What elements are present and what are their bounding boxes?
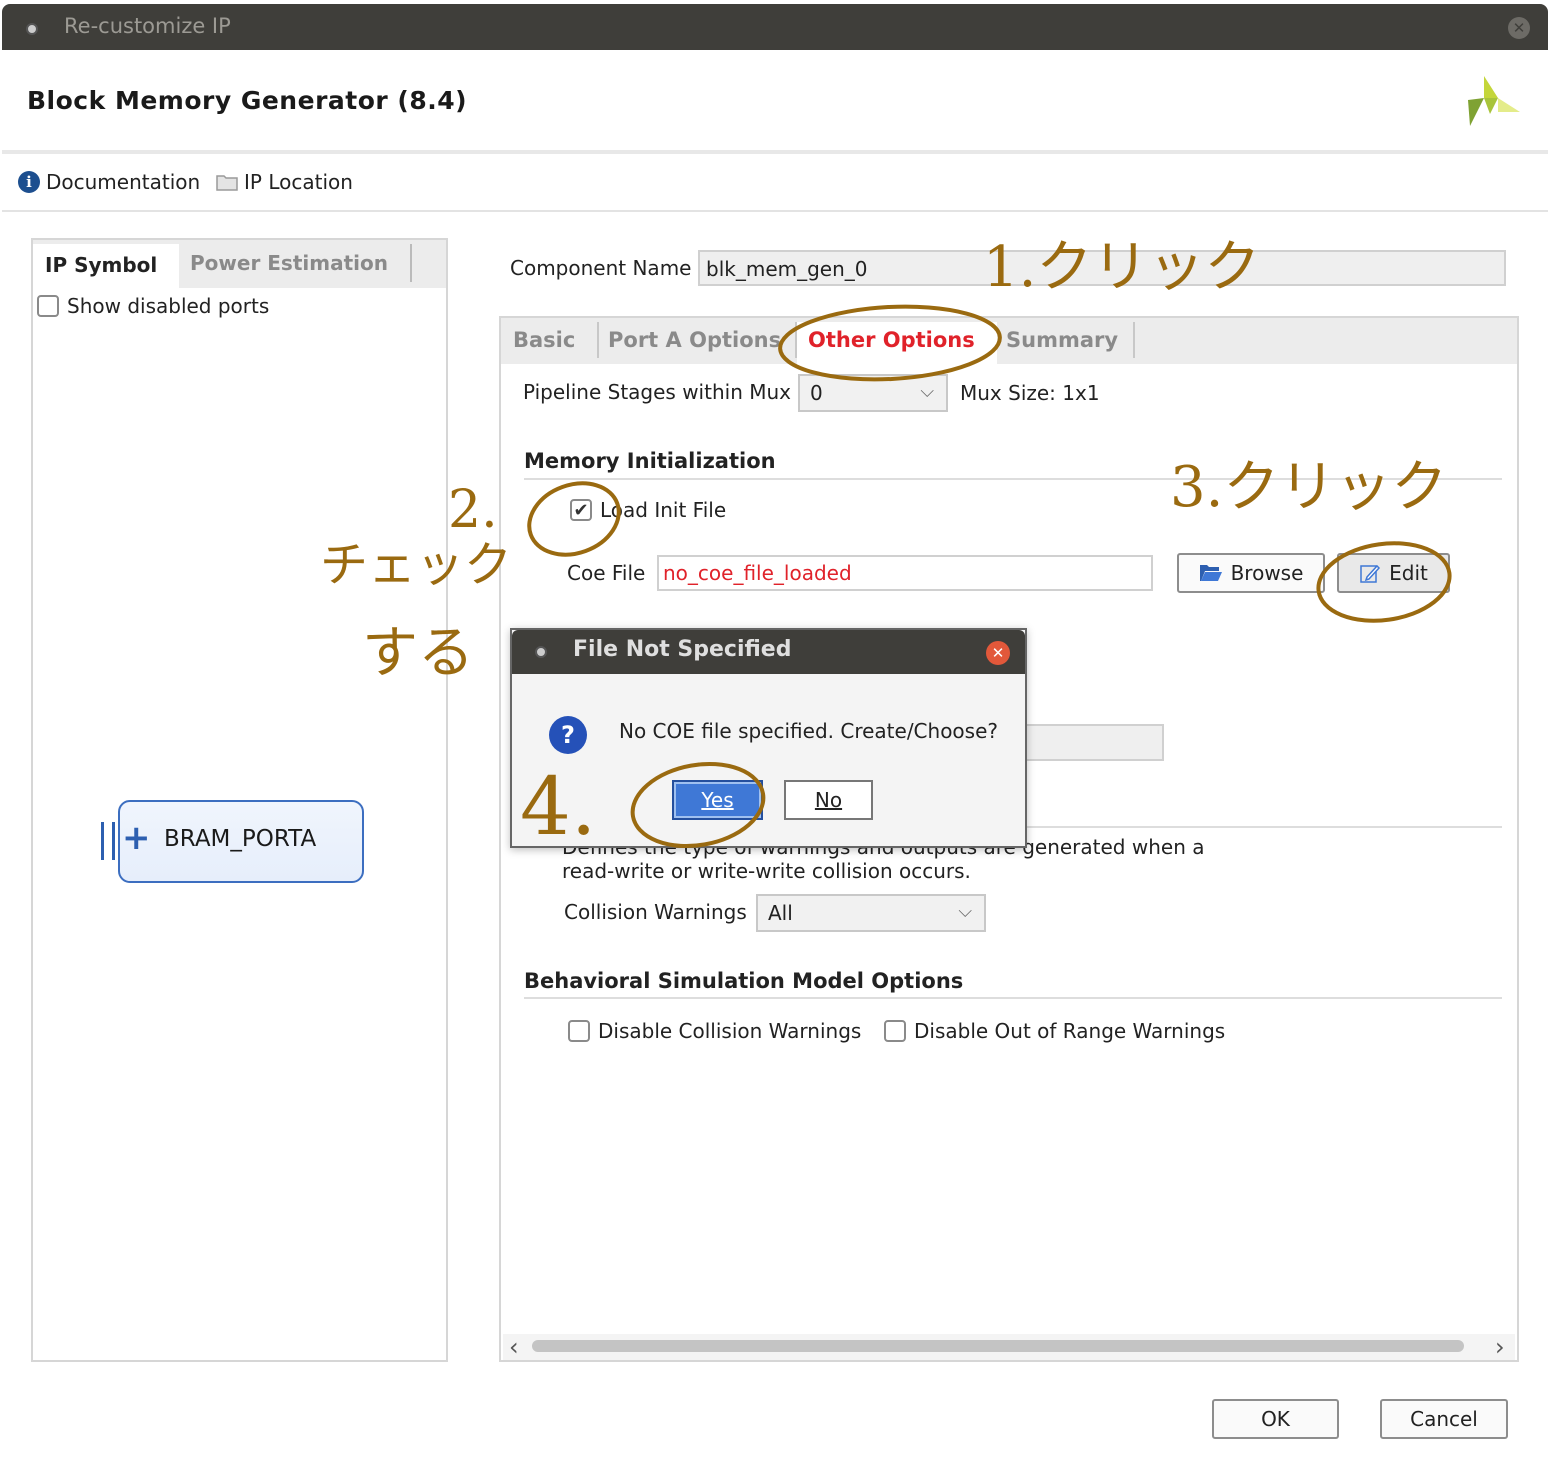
mux-size-text: Mux Size: 1x1	[960, 381, 1100, 405]
edit-button[interactable]: Edit	[1337, 553, 1450, 593]
tab-divider	[795, 322, 797, 358]
scroll-right-icon[interactable]: ›	[1495, 1333, 1505, 1361]
disable-out-of-range-checkbox[interactable]	[884, 1020, 906, 1042]
load-init-file-checkbox[interactable]: ✔	[570, 499, 592, 521]
info-icon: i	[18, 171, 40, 193]
disable-collision-warnings-label: Disable Collision Warnings	[598, 1019, 862, 1043]
bram-porta-label: BRAM_PORTA	[164, 826, 317, 852]
tab-divider	[410, 244, 412, 282]
yes-button[interactable]: Yes	[672, 780, 763, 820]
coe-file-input[interactable]: no_coe_file_loaded	[657, 555, 1153, 591]
behavioral-simulation-heading: Behavioral Simulation Model Options	[524, 969, 964, 993]
open-folder-icon	[1199, 565, 1222, 581]
tab-ip-symbol[interactable]: IP Symbol	[33, 244, 179, 288]
expand-plus-icon[interactable]: +	[122, 818, 151, 858]
tab-summary[interactable]: Summary	[1006, 328, 1118, 352]
chevron-down-icon: ⌵	[920, 381, 934, 402]
tab-other-options[interactable]: Other Options	[808, 328, 975, 352]
edit-pencil-icon	[1360, 564, 1381, 583]
ip-location-link[interactable]: IP Location	[216, 170, 353, 194]
tab-power-estimation[interactable]: Power Estimation	[190, 251, 388, 275]
window-menu-icon[interactable]	[26, 23, 38, 35]
app-title: Block Memory Generator (8.4)	[27, 86, 468, 115]
no-button[interactable]: No	[784, 780, 873, 820]
chevron-down-icon: ⌵	[958, 901, 972, 922]
annotation-step4: 4.	[520, 760, 597, 853]
coe-file-label: Coe File	[567, 561, 646, 585]
collision-warnings-label: Collision Warnings	[564, 900, 747, 924]
tab-basic[interactable]: Basic	[513, 328, 575, 352]
dialog-close-icon[interactable]: ✕	[986, 641, 1010, 665]
collision-warnings-select[interactable]: All ⌵	[756, 894, 986, 932]
window-title: Re-customize IP	[64, 14, 231, 38]
cancel-button[interactable]: Cancel	[1380, 1399, 1508, 1439]
show-disabled-ports-checkbox[interactable]	[37, 295, 59, 317]
dialog-menu-icon[interactable]	[535, 646, 547, 658]
dialog-message: No COE file specified. Create/Choose?	[619, 719, 999, 743]
tab-divider	[1133, 322, 1135, 358]
xilinx-logo-icon	[1468, 76, 1520, 126]
pipeline-stages-value: 0	[810, 381, 823, 405]
partially-hidden-field[interactable]	[1024, 724, 1164, 761]
scrollbar-thumb[interactable]	[532, 1340, 1464, 1352]
annotation-step2-text2: する	[362, 621, 474, 686]
tab-port-a-options[interactable]: Port A Options	[608, 328, 781, 352]
window-close-icon[interactable]: ✕	[1508, 17, 1530, 39]
annotation-step3: 3.クリック	[1170, 455, 1448, 520]
tab-divider	[597, 322, 599, 358]
section-divider	[524, 997, 1502, 999]
browse-label: Browse	[1230, 561, 1304, 585]
disable-collision-warnings-checkbox[interactable]	[568, 1020, 590, 1042]
section-divider	[1024, 826, 1502, 828]
component-name-label: Component Name	[510, 256, 692, 280]
documentation-label: Documentation	[46, 170, 201, 194]
memory-initialization-heading: Memory Initialization	[524, 449, 776, 473]
folder-icon	[216, 175, 238, 191]
scroll-left-icon[interactable]: ‹	[509, 1333, 519, 1361]
annotation-step1: 1.クリック	[983, 235, 1261, 300]
annotation-step2-text1: チェック	[320, 537, 513, 593]
collision-warnings-value: All	[768, 901, 793, 925]
ip-location-label: IP Location	[244, 170, 353, 194]
question-icon: ?	[549, 716, 587, 754]
dialog-title: File Not Specified	[573, 637, 792, 662]
edit-label: Edit	[1389, 561, 1428, 585]
collision-description-line2: read-write or write-write collision occu…	[562, 859, 971, 883]
window-titlebar	[2, 4, 1548, 50]
load-init-file-label: Load Init File	[600, 498, 727, 522]
ok-button[interactable]: OK	[1212, 1399, 1339, 1439]
browse-button[interactable]: Browse	[1177, 553, 1325, 593]
show-disabled-ports-label: Show disabled ports	[67, 294, 270, 318]
port-bus-icon	[101, 822, 115, 860]
pipeline-stages-label: Pipeline Stages within Mux	[523, 380, 791, 404]
disable-out-of-range-label: Disable Out of Range Warnings	[914, 1019, 1226, 1043]
pipeline-stages-select[interactable]: 0 ⌵	[798, 374, 948, 412]
documentation-link[interactable]: i Documentation	[18, 170, 200, 194]
